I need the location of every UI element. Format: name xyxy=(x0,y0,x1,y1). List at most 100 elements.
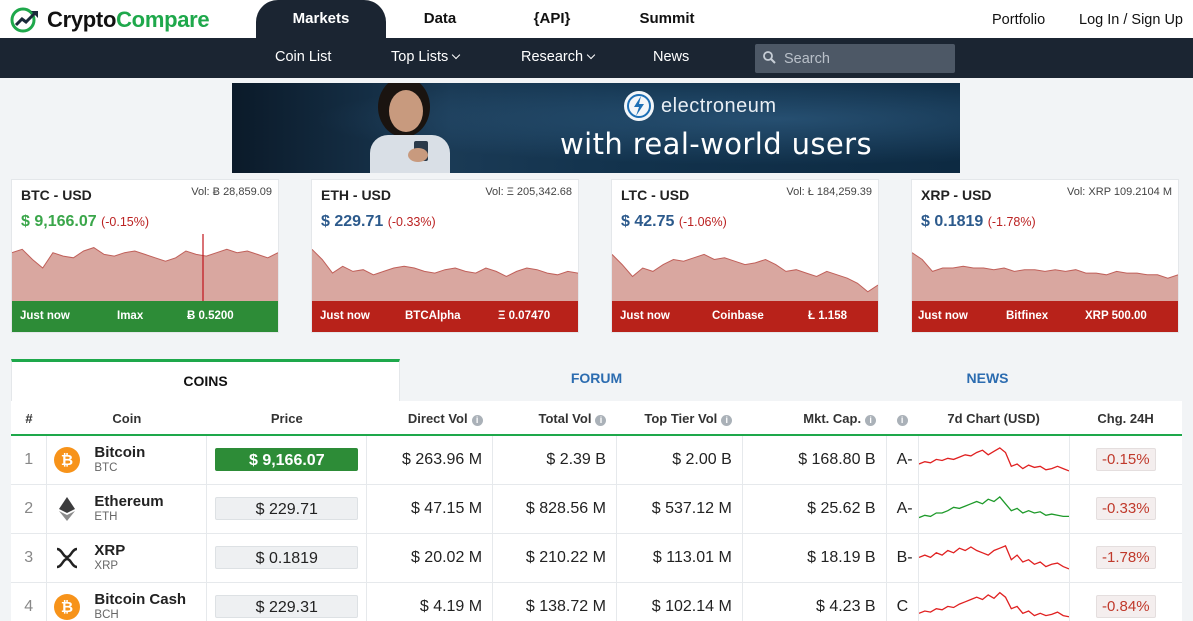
ticker-card-eth[interactable]: ETH - USD Vol: Ξ 205,342.68 $ 229.71 (-0… xyxy=(311,179,579,333)
row-rating[interactable]: C xyxy=(886,582,919,621)
header-change-24h[interactable]: Chg. 24H xyxy=(1069,403,1182,436)
row-7d-chart[interactable] xyxy=(918,533,1070,583)
header-price[interactable]: Price xyxy=(206,403,367,436)
row-change-24h: -1.78% xyxy=(1069,533,1182,583)
chevron-down-icon xyxy=(451,50,461,60)
row-rating[interactable]: B- xyxy=(886,533,919,583)
price-value: $ 9,166.07 xyxy=(215,448,359,472)
login-signup-link[interactable]: Log In / Sign Up xyxy=(1079,12,1183,28)
7d-sparkline-line xyxy=(918,447,1069,472)
coin-name[interactable]: Ethereum xyxy=(94,493,163,510)
content-tabs: COINS FORUM NEWS xyxy=(11,359,1182,401)
ticker-sparkline xyxy=(912,252,1178,302)
row-rank: 1 xyxy=(11,435,48,485)
search-icon xyxy=(763,51,776,64)
ticker-card-ltc[interactable]: LTC - USD Vol: Ł 184,259.39 $ 42.75 (-1.… xyxy=(611,179,879,333)
coin-name[interactable]: Bitcoin xyxy=(94,444,145,461)
info-icon[interactable]: i xyxy=(865,415,877,426)
top-bar: CryptoCompare Markets Data {API} Summit … xyxy=(0,0,1193,40)
table-row[interactable]: 2 Ethereum ETH $ 229.71 $ 47.15 M $ 828.… xyxy=(11,484,1182,534)
row-market-cap: $ 18.19 B xyxy=(742,533,887,583)
row-coin[interactable]: ₿ Bitcoin Cash BCH xyxy=(46,582,208,621)
sparkline-area xyxy=(12,247,278,302)
info-icon[interactable]: i xyxy=(721,415,733,426)
tab-forum[interactable]: FORUM xyxy=(400,359,793,401)
nav-tab-markets[interactable]: Markets xyxy=(256,0,386,40)
row-top-tier-vol: $ 537.12 M xyxy=(616,484,743,534)
ticker-sparkline xyxy=(312,248,578,302)
nav-tab-api[interactable]: {API} xyxy=(512,0,592,40)
coin-symbol: BCH xyxy=(94,608,119,621)
7d-sparkline-line xyxy=(918,591,1069,618)
header-rating[interactable]: i xyxy=(886,403,919,436)
bitcoin-icon: ₿ xyxy=(54,446,81,473)
row-direct-vol: $ 4.19 M xyxy=(366,582,494,621)
row-7d-chart[interactable] xyxy=(918,582,1070,621)
ticker-card-xrp[interactable]: XRP - USD Vol: XRP 109.2104 M $ 0.1819 (… xyxy=(911,179,1179,333)
search-box[interactable] xyxy=(755,44,955,73)
tab-news[interactable]: NEWS xyxy=(793,359,1182,401)
row-rating[interactable]: A- xyxy=(886,484,919,534)
ticker-pair: ETH - USD xyxy=(321,187,391,203)
row-market-cap: $ 4.23 B xyxy=(742,582,887,621)
info-icon[interactable]: i xyxy=(595,415,607,426)
banner-brand: electroneum xyxy=(624,91,777,121)
row-rank: 3 xyxy=(11,533,48,583)
row-coin[interactable]: XRP XRP xyxy=(46,533,208,583)
row-direct-vol: $ 47.15 M xyxy=(366,484,494,534)
row-top-tier-vol: $ 102.14 M xyxy=(616,582,743,621)
info-icon[interactable]: i xyxy=(896,415,908,426)
row-price: $ 9,166.07 xyxy=(206,435,368,485)
ticker-card-btc[interactable]: BTC - USD Vol: Ƀ 28,859.09 $ 9,166.07 (-… xyxy=(11,179,279,333)
row-coin[interactable]: ₿ Bitcoin BTC xyxy=(46,435,208,485)
row-7d-chart[interactable] xyxy=(918,484,1070,534)
ticker-price: $ 0.1819 (-1.78%) xyxy=(921,213,1036,230)
subnav-top-lists[interactable]: Top Lists xyxy=(391,49,461,65)
subnav-news[interactable]: News xyxy=(653,49,689,65)
table-row[interactable]: 4 ₿ Bitcoin Cash BCH $ 229.31 $ 4.19 M $… xyxy=(11,582,1182,621)
row-coin[interactable]: Ethereum ETH xyxy=(46,484,208,534)
header-total-vol[interactable]: Total Vol i xyxy=(492,403,617,436)
row-price: $ 229.31 xyxy=(206,582,368,621)
search-input[interactable] xyxy=(784,48,944,69)
cryptocompare-logo[interactable]: CryptoCompare xyxy=(10,7,210,33)
price-value: $ 0.1819 xyxy=(215,546,359,569)
electroneum-icon xyxy=(624,91,654,121)
row-rank: 2 xyxy=(11,484,48,534)
header-direct-vol[interactable]: Direct Vol i xyxy=(366,403,493,436)
row-rating[interactable]: A- xyxy=(886,435,919,485)
row-7d-chart[interactable] xyxy=(918,435,1070,485)
ad-banner[interactable]: electroneum with real-world users xyxy=(232,83,960,173)
ticker-price: $ 42.75 (-1.06%) xyxy=(621,213,727,230)
7d-sparkline-line xyxy=(918,545,1069,570)
header-market-cap[interactable]: Mkt. Cap. i xyxy=(742,403,887,436)
banner-person-image xyxy=(370,83,450,173)
subnav-coin-list[interactable]: Coin List xyxy=(275,49,331,65)
row-market-cap: $ 25.62 B xyxy=(742,484,887,534)
header-top-tier-vol[interactable]: Top Tier Vol i xyxy=(616,403,743,436)
table-row[interactable]: 1 ₿ Bitcoin BTC $ 9,166.07 $ 263.96 M $ … xyxy=(11,435,1182,485)
sparkline-area xyxy=(912,252,1178,302)
header-coin[interactable]: Coin xyxy=(46,403,207,436)
coins-table: # Coin Price Direct Vol i Total Vol i Top … xyxy=(11,403,1182,621)
info-icon[interactable]: i xyxy=(471,415,483,426)
ticker-pair: XRP - USD xyxy=(921,187,992,203)
table-row[interactable]: 3 XRP XRP $ 0.1819 $ 20.02 M $ 210.22 M … xyxy=(11,533,1182,583)
banner-brand-name: electroneum xyxy=(661,94,777,117)
coin-name[interactable]: XRP xyxy=(94,542,125,559)
logo-icon xyxy=(10,7,38,33)
ticker-volume: Vol: Ξ 205,342.68 xyxy=(485,186,572,198)
header-7d-chart: 7d Chart (USD) xyxy=(918,403,1070,436)
subnav-research[interactable]: Research xyxy=(521,49,596,65)
last-trade-bar: Just now Coinbase Ł 1.158 xyxy=(612,301,878,332)
7d-sparkline xyxy=(918,495,1069,519)
tab-coins[interactable]: COINS xyxy=(11,359,400,401)
ticker-volume: Vol: Ƀ 28,859.09 xyxy=(191,186,272,198)
ticker-volume: Vol: Ł 184,259.39 xyxy=(786,186,872,198)
ticker-sparkline xyxy=(612,253,878,302)
nav-tab-data[interactable]: Data xyxy=(400,0,480,40)
coin-name[interactable]: Bitcoin Cash xyxy=(94,591,186,608)
bitcoin-cash-icon: ₿ xyxy=(54,593,81,620)
nav-tab-summit[interactable]: Summit xyxy=(622,0,712,40)
portfolio-link[interactable]: Portfolio xyxy=(992,12,1045,28)
